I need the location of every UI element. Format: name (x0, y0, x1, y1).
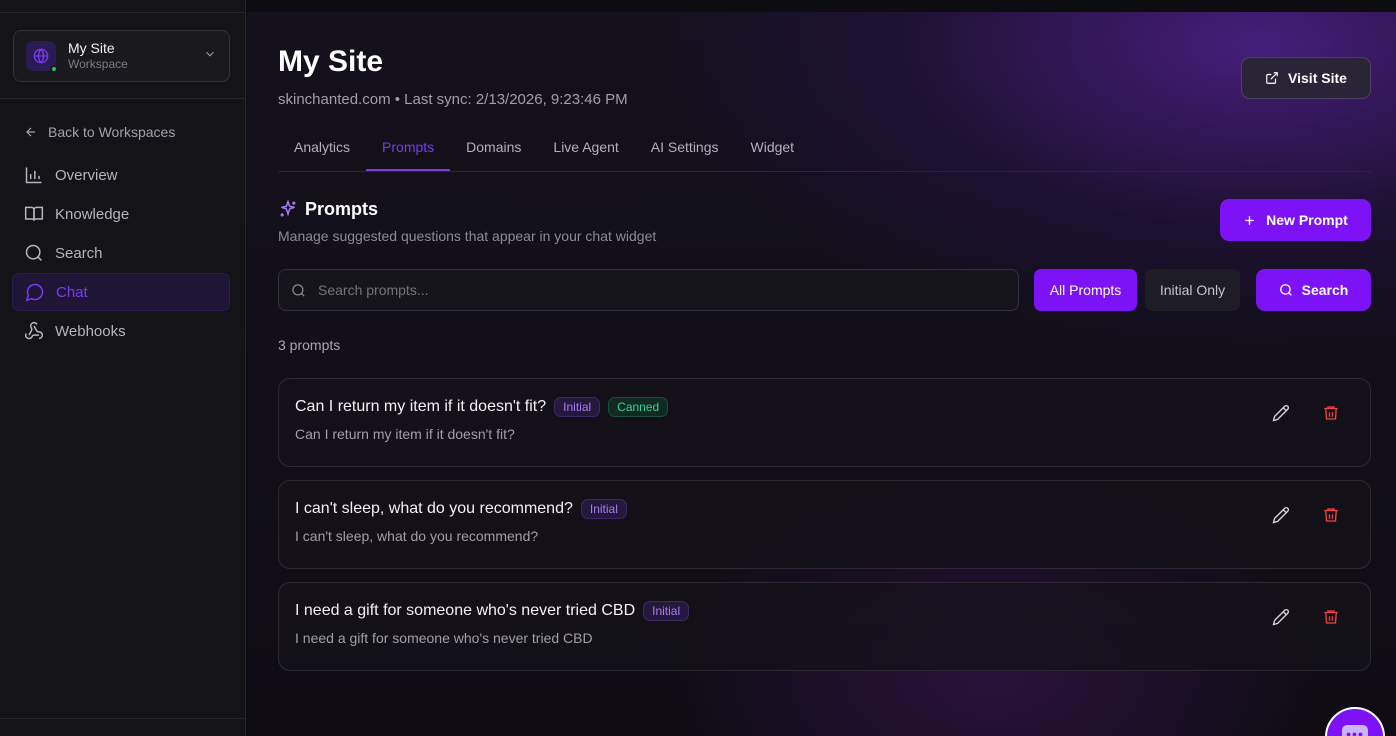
status-indicator (50, 65, 58, 73)
sidebar-item-label: Chat (56, 283, 88, 301)
workspace-subtitle: Workspace (68, 57, 128, 71)
back-link-label: Back to Workspaces (48, 124, 176, 140)
prompt-card: I can't sleep, what do you recommend? In… (278, 480, 1371, 569)
workspace-name: My Site (68, 40, 115, 56)
prompt-card: Can I return my item if it doesn't fit? … (278, 378, 1371, 467)
sidebar-item-overview[interactable]: Overview (12, 156, 230, 194)
workspace-avatar (26, 41, 58, 73)
prompt-title: Can I return my item if it doesn't fit? (295, 398, 547, 415)
chevron-down-icon (203, 47, 217, 66)
prompt-card: I need a gift for someone who's never tr… (278, 582, 1371, 671)
initial-badge: Initial (554, 397, 601, 417)
sidebar-bottom-divider (0, 718, 246, 719)
filter-initial-only-button[interactable]: Initial Only (1145, 269, 1240, 311)
search-field[interactable] (278, 269, 1019, 311)
tab-bar: Analytics Prompts Domains Live Agent AI … (278, 127, 1371, 172)
edit-pencil-icon[interactable] (1272, 404, 1290, 422)
tab-domains[interactable]: Domains (450, 127, 537, 171)
page-subtitle: skinchanted.com • Last sync: 2/13/2026, … (278, 91, 628, 108)
arrow-left-icon (26, 127, 36, 137)
initial-badge: Initial (643, 601, 690, 621)
prompt-count: 3 prompts (278, 337, 341, 353)
tab-ai-settings[interactable]: AI Settings (635, 127, 735, 171)
visit-site-label: Visit Site (1288, 70, 1347, 86)
plus-icon (1245, 215, 1254, 225)
book-icon (24, 206, 44, 221)
prompt-description: I can't sleep, what do you recommend? (295, 528, 539, 544)
trash-icon[interactable] (1322, 506, 1340, 524)
top-bar (247, 0, 1396, 12)
tab-analytics[interactable]: Analytics (278, 127, 366, 171)
tab-widget[interactable]: Widget (735, 127, 811, 171)
sidebar-item-knowledge[interactable]: Knowledge (12, 195, 230, 233)
section-title: Prompts (305, 199, 379, 219)
tab-live-agent[interactable]: Live Agent (537, 127, 634, 171)
back-to-workspaces-link[interactable]: Back to Workspaces (24, 121, 175, 143)
sidebar-item-label: Webhooks (55, 322, 126, 340)
sidebar-item-label: Knowledge (55, 205, 130, 223)
trash-icon[interactable] (1322, 608, 1340, 626)
sidebar-item-webhooks[interactable]: Webhooks (12, 312, 230, 350)
prompt-description: I need a gift for someone who's never tr… (295, 630, 593, 646)
bar-chart-icon (25, 167, 42, 184)
main-content: My Site skinchanted.com • Last sync: 2/1… (247, 0, 1396, 736)
workspace-switcher[interactable]: My Site Workspace (13, 30, 230, 82)
search-button-label: Search (1301, 282, 1349, 298)
prompt-title: I need a gift for someone who's never tr… (295, 602, 636, 619)
sidebar: My Site Workspace Back to Workspaces Ove… (0, 0, 246, 736)
new-prompt-label: New Prompt (1266, 212, 1348, 228)
filter-all-prompts-button[interactable]: All Prompts (1034, 269, 1137, 311)
sidebar-item-search[interactable]: Search (12, 234, 230, 272)
prompt-description: Can I return my item if it doesn't fit? (295, 426, 515, 442)
sidebar-item-label: Search (55, 244, 103, 262)
chat-dots-icon: ••• (1342, 725, 1368, 736)
sidebar-divider (0, 98, 246, 99)
search-icon (1279, 284, 1292, 296)
prompt-list: Can I return my item if it doesn't fit? … (278, 378, 1371, 684)
tab-prompts[interactable]: Prompts (366, 127, 451, 171)
trash-icon[interactable] (1322, 404, 1340, 422)
sidebar-top-divider (0, 12, 246, 13)
visit-site-button[interactable]: Visit Site (1241, 57, 1371, 99)
edit-pencil-icon[interactable] (1272, 608, 1290, 626)
page-title: My Site (278, 45, 384, 78)
webhook-icon (24, 321, 43, 340)
edit-pencil-icon[interactable] (1272, 506, 1290, 524)
section-subtitle: Manage suggested questions that appear i… (278, 228, 657, 244)
chat-bubble-icon (25, 283, 44, 302)
initial-badge: Initial (580, 499, 627, 519)
sidebar-nav: Overview Knowledge Search Chat Webhooks (12, 156, 230, 351)
canned-badge: Canned (608, 397, 669, 417)
search-button[interactable]: Search (1256, 269, 1371, 311)
sparkles-icon (280, 199, 296, 217)
search-icon (25, 244, 43, 262)
sidebar-item-label: Overview (55, 166, 118, 184)
search-input[interactable] (318, 282, 998, 298)
sidebar-item-chat[interactable]: Chat (12, 273, 230, 311)
search-icon (292, 283, 305, 297)
new-prompt-button[interactable]: New Prompt (1220, 199, 1371, 241)
external-link-icon (1266, 72, 1278, 84)
globe-icon (33, 48, 49, 64)
prompt-title: I can't sleep, what do you recommend? (295, 500, 573, 517)
